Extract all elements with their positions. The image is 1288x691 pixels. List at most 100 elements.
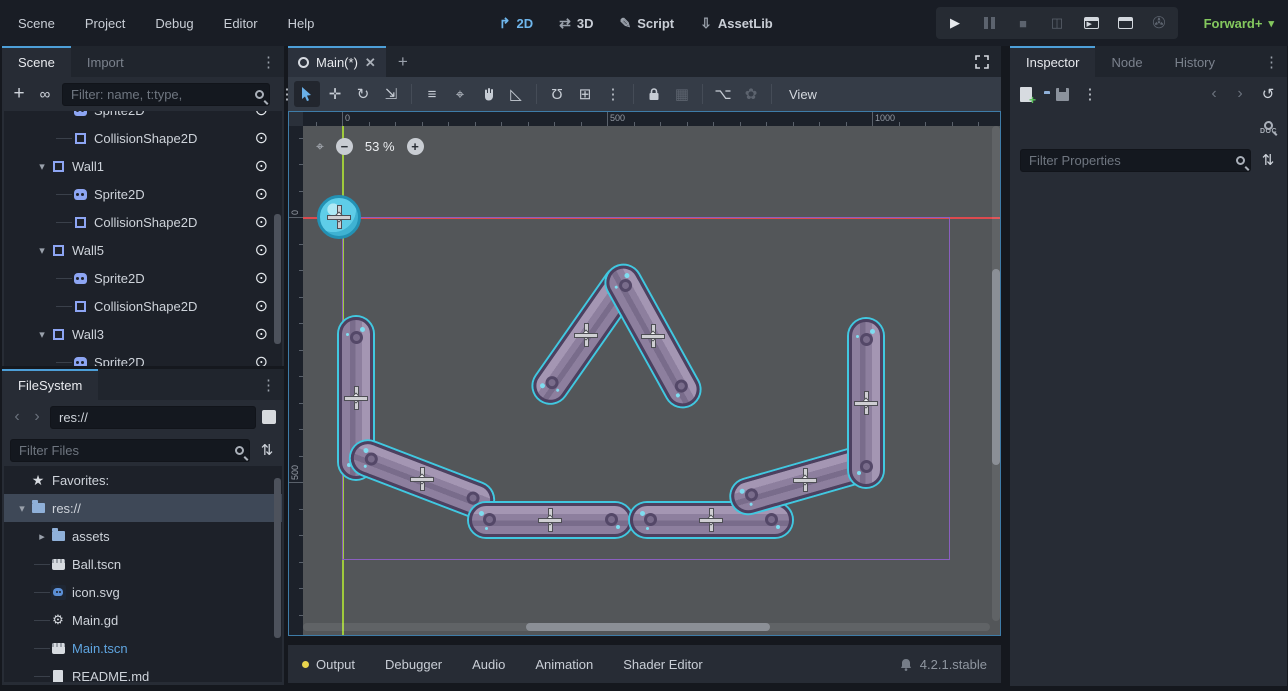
visibility-eye-icon[interactable]: ⊙: [255, 296, 268, 316]
menu-debug[interactable]: Debug: [155, 16, 193, 31]
menu-help[interactable]: Help: [288, 16, 315, 31]
tab-node[interactable]: Node: [1095, 46, 1158, 77]
history-forward-icon[interactable]: ›: [1233, 85, 1247, 103]
expand-arrow-icon[interactable]: ▾: [34, 160, 50, 173]
toggle-split-mode-button[interactable]: [262, 410, 276, 424]
canvas[interactable]: ⌖ − 53 % +: [303, 126, 1000, 635]
resource-options-button[interactable]: ⋮: [1081, 83, 1099, 105]
tree-row-sprite2d[interactable]: Sprite2D⊙: [4, 348, 282, 366]
bottom-tab-audio[interactable]: Audio: [472, 657, 505, 672]
visibility-eye-icon[interactable]: ⊙: [255, 111, 268, 120]
scene-filter-input[interactable]: [62, 83, 270, 106]
expand-arrow-icon[interactable]: ▾: [34, 244, 50, 257]
stop-button[interactable]: ■: [1014, 14, 1032, 32]
scale-tool-button[interactable]: ⇲: [378, 81, 404, 107]
pause-button[interactable]: [980, 14, 998, 32]
expand-viewport-icon[interactable]: [963, 46, 1001, 77]
visibility-eye-icon[interactable]: ⊙: [255, 156, 268, 176]
path-breadcrumb[interactable]: res://: [50, 406, 256, 429]
menu-editor[interactable]: Editor: [224, 16, 258, 31]
ungroup-tool-button[interactable]: ▦: [669, 81, 695, 107]
add-node-button[interactable]: +: [10, 83, 28, 105]
pan-tool-button[interactable]: [475, 81, 501, 107]
switcher-script[interactable]: ✎Script: [620, 15, 675, 32]
fs-row-res-[interactable]: ▾res://: [4, 494, 282, 522]
zoom-level[interactable]: 53 %: [365, 139, 395, 154]
visibility-eye-icon[interactable]: ⊙: [255, 352, 268, 366]
property-tools-button[interactable]: ⇅: [1259, 149, 1277, 171]
visibility-eye-icon[interactable]: ⊙: [255, 268, 268, 288]
grid-snap-tool-button[interactable]: ⊞: [572, 81, 598, 107]
scene-tab-main[interactable]: Main(*) ✕: [288, 46, 386, 77]
filesystem-scrollbar[interactable]: [274, 478, 281, 638]
pivot-tool-button[interactable]: ⌖: [447, 81, 473, 107]
move-gizmo[interactable]: [411, 468, 433, 490]
move-gizmo[interactable]: [328, 206, 350, 228]
renderer-selector[interactable]: Forward+ ▾: [1204, 0, 1274, 46]
tree-row-collisionshape2d[interactable]: CollisionShape2D⊙: [4, 292, 282, 320]
lock-tool-button[interactable]: [641, 81, 667, 107]
tree-row-wall5[interactable]: ▾Wall5⊙: [4, 236, 282, 264]
move-gizmo[interactable]: [642, 325, 664, 347]
fs-row-readme-md[interactable]: README.md: [4, 662, 282, 682]
history-back-icon[interactable]: ‹: [10, 408, 24, 426]
tree-row-wall3[interactable]: ▾Wall3⊙: [4, 320, 282, 348]
bottom-tab-output[interactable]: Output: [302, 657, 355, 672]
menu-project[interactable]: Project: [85, 16, 125, 31]
menu-scene[interactable]: Scene: [18, 16, 55, 31]
object-history-icon[interactable]: ↺: [1259, 83, 1277, 105]
move-gizmo[interactable]: [345, 387, 367, 409]
snap-options-tool-button[interactable]: ⋮: [600, 81, 626, 107]
tree-row-collisionshape2d[interactable]: CollisionShape2D⊙: [4, 124, 282, 152]
dock-menu-icon[interactable]: ⋮: [253, 369, 284, 400]
visibility-eye-icon[interactable]: ⊙: [255, 324, 268, 344]
fs-row-icon-svg[interactable]: icon.svg: [4, 578, 282, 606]
tree-row-sprite2d[interactable]: Sprite2D⊙: [4, 180, 282, 208]
property-filter-input[interactable]: [1020, 149, 1251, 172]
wall-node[interactable]: [849, 319, 883, 487]
move-gizmo[interactable]: [575, 324, 597, 346]
history-forward-icon[interactable]: ›: [30, 408, 44, 426]
visibility-eye-icon[interactable]: ⊙: [255, 128, 268, 148]
zoom-in-button[interactable]: +: [407, 138, 424, 155]
skeleton-options-tool-button[interactable]: ✿: [738, 81, 764, 107]
save-resource-icon[interactable]: [1056, 88, 1069, 101]
bottom-tab-shader-editor[interactable]: Shader Editor: [623, 657, 703, 672]
tab-inspector[interactable]: Inspector: [1010, 46, 1095, 77]
wall-node[interactable]: [469, 503, 632, 537]
fs-row-favorites-[interactable]: ★Favorites:: [4, 466, 282, 494]
history-back-icon[interactable]: ‹: [1207, 85, 1221, 103]
file-sort-button[interactable]: ⇅: [258, 439, 276, 461]
smart-snap-tool-button[interactable]: Ω: [544, 81, 570, 107]
dock-menu-icon[interactable]: ⋮: [253, 46, 284, 77]
new-scene-tab-button[interactable]: +: [386, 46, 420, 77]
ruler-tool-button[interactable]: ◺: [503, 81, 529, 107]
file-filter-input[interactable]: [10, 439, 250, 462]
move-gizmo[interactable]: [794, 469, 816, 491]
open-docs-icon[interactable]: DOC: [1260, 121, 1277, 135]
switcher-3d[interactable]: ⇄3D: [559, 15, 593, 32]
movie-maker-button[interactable]: ✇: [1150, 14, 1168, 32]
tree-row-sprite2d[interactable]: Sprite2D⊙: [4, 264, 282, 292]
new-resource-icon[interactable]: [1020, 87, 1032, 102]
move-tool-button[interactable]: ✛: [322, 81, 348, 107]
expand-arrow-icon[interactable]: ▸: [34, 530, 50, 543]
bottom-tab-animation[interactable]: Animation: [535, 657, 593, 672]
move-gizmo[interactable]: [700, 509, 722, 531]
fs-row-ball-tscn[interactable]: Ball.tscn: [4, 550, 282, 578]
h-scroll-thumb[interactable]: [526, 623, 770, 631]
select-list-tool-button[interactable]: ≡: [419, 81, 445, 107]
tab-scene[interactable]: Scene: [2, 46, 71, 77]
tab-filesystem[interactable]: FileSystem: [2, 369, 98, 400]
switcher-2d[interactable]: ↱2D: [499, 15, 533, 32]
zoom-out-button[interactable]: −: [336, 138, 353, 155]
move-gizmo[interactable]: [855, 392, 877, 414]
tree-row-collisionshape2d[interactable]: CollisionShape2D⊙: [4, 208, 282, 236]
tab-import[interactable]: Import: [71, 46, 140, 77]
fs-row-main-gd[interactable]: ⚙Main.gd: [4, 606, 282, 634]
center-view-icon[interactable]: ⌖: [316, 138, 324, 155]
fs-row-main-tscn[interactable]: Main.tscn: [4, 634, 282, 662]
view-menu-button[interactable]: View: [779, 87, 827, 102]
expand-arrow-icon[interactable]: ▾: [14, 502, 30, 515]
instance-scene-button[interactable]: ∞: [36, 83, 54, 105]
